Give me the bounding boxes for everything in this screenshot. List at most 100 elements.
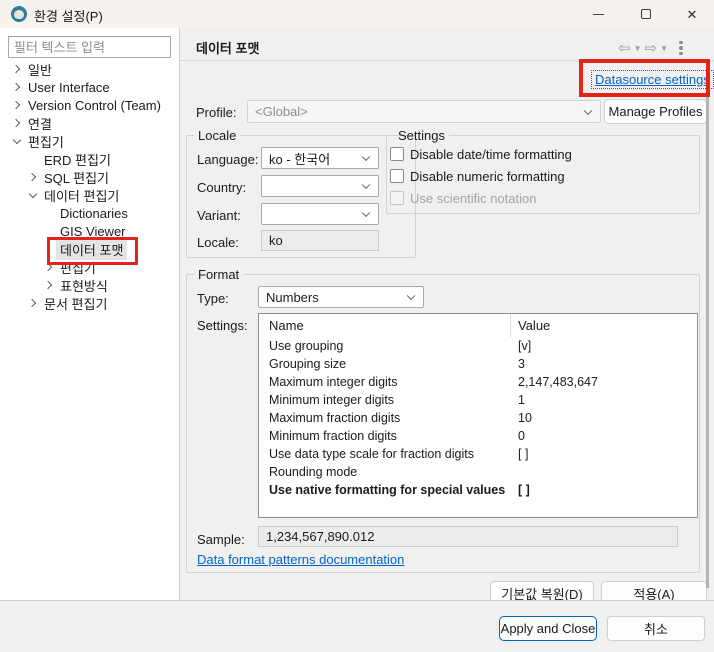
vertical-scrollbar[interactable]	[706, 88, 709, 588]
tree-item[interactable]: GIS Viewer	[0, 222, 179, 240]
format-settings-table: Name Value Use grouping[v]Grouping size3…	[258, 313, 698, 518]
settings-group-legend: Settings	[394, 128, 449, 143]
tree-item[interactable]: 데이터 편집기	[0, 186, 179, 204]
chevron-right-icon[interactable]	[9, 78, 24, 96]
format-type-value: Numbers	[266, 290, 319, 305]
table-cell-name: Rounding mode	[259, 465, 511, 479]
tree-item[interactable]: SQL 편집기	[0, 168, 179, 186]
tree-item[interactable]: 표현방식	[0, 276, 179, 294]
tree-item-label: 문서 편집기	[40, 293, 111, 314]
back-arrow-icon[interactable]: ⇦	[618, 41, 631, 56]
forward-dropdown-icon[interactable]: ▼	[660, 44, 668, 53]
view-menu-icon[interactable]	[679, 41, 683, 56]
tree-item[interactable]: Dictionaries	[0, 204, 179, 222]
chevron-down-icon[interactable]	[25, 186, 40, 204]
table-body: Use grouping[v]Grouping size3Maximum int…	[259, 337, 697, 499]
sidebar: 일반User InterfaceVersion Control (Team)연결…	[0, 28, 180, 601]
table-cell-name: Use grouping	[259, 339, 511, 353]
table-cell-name: Use native formatting for special values	[259, 483, 511, 497]
table-cell-name: Maximum integer digits	[259, 375, 511, 389]
manage-profiles-button[interactable]: Manage Profiles	[604, 99, 707, 124]
chevron-right-icon[interactable]	[41, 276, 56, 294]
chevron-spacer	[41, 204, 56, 222]
tree-item-label: 일반	[24, 59, 56, 80]
table-row[interactable]: Rounding mode	[259, 463, 697, 481]
datasource-settings-link[interactable]: Datasource settings	[591, 70, 714, 89]
table-cell-name: Minimum integer digits	[259, 393, 511, 407]
country-label: Country:	[197, 180, 246, 195]
table-row[interactable]: Minimum integer digits1	[259, 391, 697, 409]
checkbox-label: Disable date/time formatting	[410, 147, 572, 162]
cancel-button[interactable]: 취소	[607, 616, 705, 641]
table-cell-value: [ ]	[511, 483, 697, 497]
chevron-right-icon[interactable]	[41, 258, 56, 276]
format-group-legend: Format	[194, 267, 243, 282]
tree-item[interactable]: ERD 편집기	[0, 150, 179, 168]
tree-item[interactable]: 편집기	[0, 132, 179, 150]
locale-value: ko	[269, 233, 283, 248]
checkbox-icon[interactable]	[390, 147, 404, 161]
tree-item-label: Version Control (Team)	[24, 97, 165, 114]
table-cell-value: [ ]	[511, 447, 697, 461]
sample-label: Sample:	[197, 532, 245, 547]
chevron-right-icon[interactable]	[9, 60, 24, 78]
chevron-spacer	[41, 222, 56, 240]
language-select[interactable]: ko - 한국어	[261, 147, 379, 169]
chevron-down-icon[interactable]	[9, 132, 24, 150]
language-label: Language:	[197, 152, 258, 167]
tree-item[interactable]: 연결	[0, 114, 179, 132]
profile-value: <Global>	[255, 104, 308, 119]
back-dropdown-icon[interactable]: ▼	[634, 44, 642, 53]
settings-checkbox-row: Use scientific notation	[390, 187, 699, 209]
table-row[interactable]: Use native formatting for special values…	[259, 481, 697, 499]
maximize-button[interactable]	[626, 0, 666, 28]
table-row[interactable]: Grouping size3	[259, 355, 697, 373]
table-cell-name: Minimum fraction digits	[259, 429, 511, 443]
column-header-value[interactable]: Value	[511, 318, 697, 333]
language-value: ko - 한국어	[269, 149, 330, 168]
checkbox-icon[interactable]	[390, 169, 404, 183]
page-title: 데이터 포맷	[196, 38, 259, 57]
chevron-right-icon[interactable]	[25, 294, 40, 312]
tree-item[interactable]: Version Control (Team)	[0, 96, 179, 114]
filter-input[interactable]	[8, 36, 171, 58]
chevron-spacer	[25, 150, 40, 168]
chevron-right-icon[interactable]	[25, 168, 40, 186]
type-label: Type:	[197, 291, 229, 306]
close-button[interactable]: ✕	[672, 0, 712, 28]
locale-label: Locale:	[197, 235, 239, 250]
tree-item[interactable]: 편집기	[0, 258, 179, 276]
sample-value: 1,234,567,890.012	[266, 529, 374, 544]
profile-select[interactable]: <Global>	[247, 100, 601, 123]
table-row[interactable]: Maximum fraction digits10	[259, 409, 697, 427]
table-cell-name: Use data type scale for fraction digits	[259, 447, 511, 461]
column-header-name[interactable]: Name	[259, 314, 511, 337]
doc-patterns-link[interactable]: Data format patterns documentation	[197, 552, 404, 567]
settings-checkbox-row[interactable]: Disable date/time formatting	[390, 143, 699, 165]
chevron-right-icon[interactable]	[9, 96, 24, 114]
format-settings-label: Settings:	[197, 318, 248, 333]
table-row[interactable]: Use grouping[v]	[259, 337, 697, 355]
country-select[interactable]	[261, 175, 379, 197]
tree-item-label: 데이터 편집기	[40, 185, 123, 206]
table-header: Name Value	[259, 314, 697, 337]
tree-item[interactable]: 일반	[0, 60, 179, 78]
variant-select[interactable]	[261, 203, 379, 225]
tree-item[interactable]: User Interface	[0, 78, 179, 96]
table-row[interactable]: Minimum fraction digits0	[259, 427, 697, 445]
format-type-select[interactable]: Numbers	[258, 286, 424, 308]
chevron-spacer	[41, 240, 56, 258]
apply-and-close-button[interactable]: Apply and Close	[499, 616, 597, 641]
table-row[interactable]: Maximum integer digits2,147,483,647	[259, 373, 697, 391]
forward-arrow-icon[interactable]: ⇨	[645, 41, 658, 56]
profile-label: Profile:	[196, 105, 236, 120]
table-cell-value: 2,147,483,647	[511, 375, 697, 389]
settings-checkbox-row[interactable]: Disable numeric formatting	[390, 165, 699, 187]
table-row[interactable]: Use data type scale for fraction digits[…	[259, 445, 697, 463]
table-cell-value: 1	[511, 393, 697, 407]
tree-item[interactable]: 문서 편집기	[0, 294, 179, 312]
tree-item[interactable]: 데이터 포맷	[0, 240, 179, 258]
minimize-button[interactable]	[578, 0, 618, 28]
maximize-icon	[641, 9, 651, 19]
chevron-right-icon[interactable]	[9, 114, 24, 132]
